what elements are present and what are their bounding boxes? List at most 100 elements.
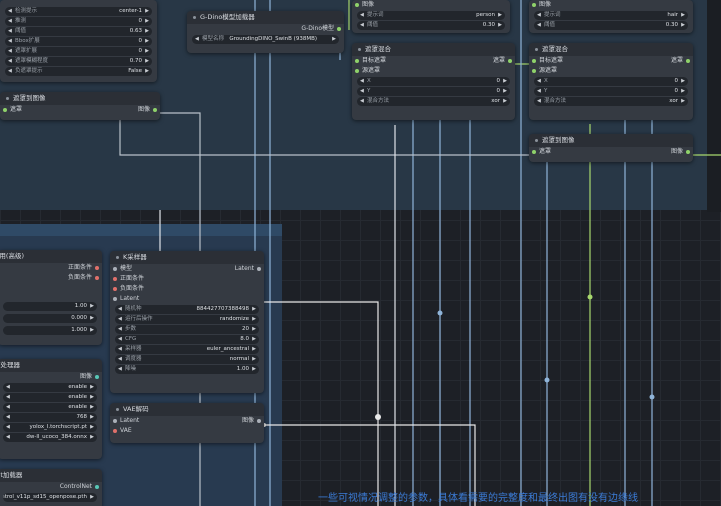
collapse-icon[interactable]	[6, 96, 9, 100]
mask-combine-node-right[interactable]: 遮罩混合 目标遮罩 遮罩 源遮罩 ◀ X 0 ▶ ◀ Y 0 ▶ ◀ 混合方法 xor ▶	[529, 43, 693, 120]
right-arrow-icon[interactable]: ▶	[90, 314, 94, 323]
detect-settings-node[interactable]: ◀ 检测提示 center-1 ▶ ◀ 推测 0 ▶ ◀ 阈值 0.63 ▶ ◀ Bbox扩展 0 ▶ ◀ 遮罩扩…	[0, 0, 157, 82]
right-arrow-icon[interactable]: ▶	[252, 305, 256, 314]
right-arrow-icon[interactable]: ▶	[90, 493, 94, 502]
prompt-widget[interactable]: ◀ 提示词 person ▶	[357, 11, 505, 20]
right-arrow-icon[interactable]: ▶	[252, 315, 256, 324]
param-widget[interactable]: ◀ 遮罩模糊程度 0.70 ▶	[5, 57, 152, 66]
right-arrow-icon[interactable]: ▶	[90, 393, 94, 402]
param-widget[interactable]: ◀ 降噪 1.00 ▶	[115, 365, 259, 374]
mask-combine-node-center[interactable]: 遮罩混合 目标遮罩 遮罩 源遮罩 ◀ X 0 ▶ ◀ Y 0 ▶ ◀ 混合方法 xor ▶	[352, 43, 515, 120]
right-arrow-icon[interactable]: ▶	[252, 365, 256, 374]
left-arrow-icon[interactable]: ◀	[537, 21, 541, 30]
right-arrow-icon[interactable]: ▶	[332, 35, 336, 44]
collapse-icon[interactable]	[535, 138, 538, 142]
left-arrow-icon[interactable]: ◀	[118, 325, 122, 334]
right-arrow-icon[interactable]: ▶	[503, 97, 507, 106]
param-widget[interactable]: ◀ Bbox扩展 0 ▶	[5, 37, 152, 46]
param-widget[interactable]: ◀ CFG 8.0 ▶	[115, 335, 259, 344]
y-widget[interactable]: ◀ Y 0 ▶	[534, 87, 688, 96]
node-graph-canvas[interactable]: ◀ 检测提示 center-1 ▶ ◀ 推测 0 ▶ ◀ 阈值 0.63 ▶ ◀ Bbox扩展 0 ▶ ◀ 遮罩扩…	[0, 0, 721, 506]
right-arrow-icon[interactable]: ▶	[503, 77, 507, 86]
right-arrow-icon[interactable]: ▶	[90, 403, 94, 412]
right-arrow-icon[interactable]: ▶	[252, 345, 256, 354]
right-arrow-icon[interactable]: ▶	[252, 335, 256, 344]
collapse-icon[interactable]	[358, 47, 361, 51]
threshold-widget[interactable]: ◀ 阈值 0.30 ▶	[534, 21, 688, 30]
output-slot[interactable]	[257, 419, 261, 423]
right-arrow-icon[interactable]: ▶	[252, 325, 256, 334]
model-name-widget[interactable]: ◀ 模型名称 GroundingDINO_SwinB (938MB) ▶	[192, 35, 339, 44]
left-arrow-icon[interactable]: ◀	[6, 403, 10, 412]
left-arrow-icon[interactable]: ◀	[118, 355, 122, 364]
input-slot[interactable]	[532, 69, 536, 73]
param-widget[interactable]: ◀ enable ▶	[3, 403, 97, 412]
output-slot[interactable]	[95, 266, 99, 270]
param-widget[interactable]: ◀ 推测 0 ▶	[5, 17, 152, 26]
blend-method-widget[interactable]: ◀ 混合方法 xor ▶	[534, 97, 688, 106]
left-arrow-icon[interactable]: ◀	[8, 37, 12, 46]
left-arrow-icon[interactable]: ◀	[360, 77, 364, 86]
param-widget[interactable]: ◀ enable ▶	[3, 393, 97, 402]
right-arrow-icon[interactable]: ▶	[145, 37, 149, 46]
x-widget[interactable]: ◀ X 0 ▶	[357, 77, 510, 86]
param-widget[interactable]: ◀ 检测提示 center-1 ▶	[5, 7, 152, 16]
input-slot[interactable]	[355, 3, 359, 7]
output-slot[interactable]	[153, 108, 157, 112]
input-slot[interactable]	[532, 150, 536, 154]
collapse-icon[interactable]	[116, 407, 119, 411]
y-widget[interactable]: ◀ Y 0 ▶	[357, 87, 510, 96]
left-arrow-icon[interactable]: ◀	[8, 17, 12, 26]
left-arrow-icon[interactable]: ◀	[118, 345, 122, 354]
ksampler-node[interactable]: K采样器 模型 Latent 正面条件 负面条件 Latent ◀ 随机种 88442…	[110, 251, 264, 393]
output-slot[interactable]	[95, 276, 99, 280]
right-arrow-icon[interactable]: ▶	[498, 11, 502, 20]
input-slot[interactable]	[355, 69, 359, 73]
input-slot[interactable]	[532, 59, 536, 63]
param-widget[interactable]: ◀ 步数 20 ▶	[115, 325, 259, 334]
param-widget[interactable]: ◀ dw-ll_ucoco_384.onnx ▶	[3, 433, 97, 442]
left-arrow-icon[interactable]: ◀	[8, 57, 12, 66]
output-slot[interactable]	[95, 375, 99, 379]
detect-node-right[interactable]: 图像 ◀ 提示词 hair ▶ ◀ 阈值 0.30 ▶	[529, 0, 693, 33]
left-arrow-icon[interactable]: ◀	[8, 47, 12, 56]
left-arrow-icon[interactable]: ◀	[537, 97, 541, 106]
right-arrow-icon[interactable]: ▶	[498, 21, 502, 30]
left-arrow-icon[interactable]: ◀	[360, 11, 364, 20]
param-widget[interactable]: ◀ yolox_l.torchscript.pt ▶	[3, 423, 97, 432]
collapse-icon[interactable]	[535, 47, 538, 51]
output-slot[interactable]	[95, 485, 99, 489]
left-arrow-icon[interactable]: ◀	[6, 393, 10, 402]
right-arrow-icon[interactable]: ▶	[90, 423, 94, 432]
left-arrow-icon[interactable]: ◀	[537, 11, 541, 20]
left-arrow-icon[interactable]: ◀	[360, 21, 364, 30]
output-slot[interactable]	[508, 59, 512, 63]
output-slot[interactable]	[257, 267, 261, 271]
vae-decode-node[interactable]: VAE解码 Latent 图像 VAE	[110, 403, 264, 443]
collapse-icon[interactable]	[193, 15, 196, 19]
left-arrow-icon[interactable]: ◀	[6, 423, 10, 432]
prompt-widget[interactable]: ◀ 提示词 hair ▶	[534, 11, 688, 20]
right-arrow-icon[interactable]: ▶	[145, 57, 149, 66]
left-arrow-icon[interactable]: ◀	[118, 365, 122, 374]
input-slot[interactable]	[532, 3, 536, 7]
input-slot[interactable]	[113, 429, 117, 433]
start-widget[interactable]: 0.000 ▶	[3, 314, 97, 323]
left-arrow-icon[interactable]: ◀	[6, 413, 10, 422]
right-arrow-icon[interactable]: ▶	[90, 383, 94, 392]
right-arrow-icon[interactable]: ▶	[145, 67, 149, 76]
left-arrow-icon[interactable]: ◀	[360, 97, 364, 106]
right-arrow-icon[interactable]: ▶	[252, 355, 256, 364]
param-widget[interactable]: ◀ 调度器 normal ▶	[115, 355, 259, 364]
input-slot[interactable]	[113, 297, 117, 301]
param-widget[interactable]: ◀ 阈值 0.63 ▶	[5, 27, 152, 36]
mask-to-image-node-right[interactable]: 遮罩到图像 遮罩 图像	[529, 134, 693, 162]
right-arrow-icon[interactable]: ▶	[90, 413, 94, 422]
controlnet-apply-node[interactable]: ControlNet应用(高级) 正面条件 负面条件 1.00▶ 0.000▶ …	[0, 250, 102, 345]
right-arrow-icon[interactable]: ▶	[681, 97, 685, 106]
left-arrow-icon[interactable]: ◀	[8, 67, 12, 76]
right-arrow-icon[interactable]: ▶	[90, 433, 94, 442]
output-slot[interactable]	[686, 150, 690, 154]
strength-widget[interactable]: 1.00 ▶	[3, 302, 97, 311]
threshold-widget[interactable]: ◀ 阈值 0.30 ▶	[357, 21, 505, 30]
